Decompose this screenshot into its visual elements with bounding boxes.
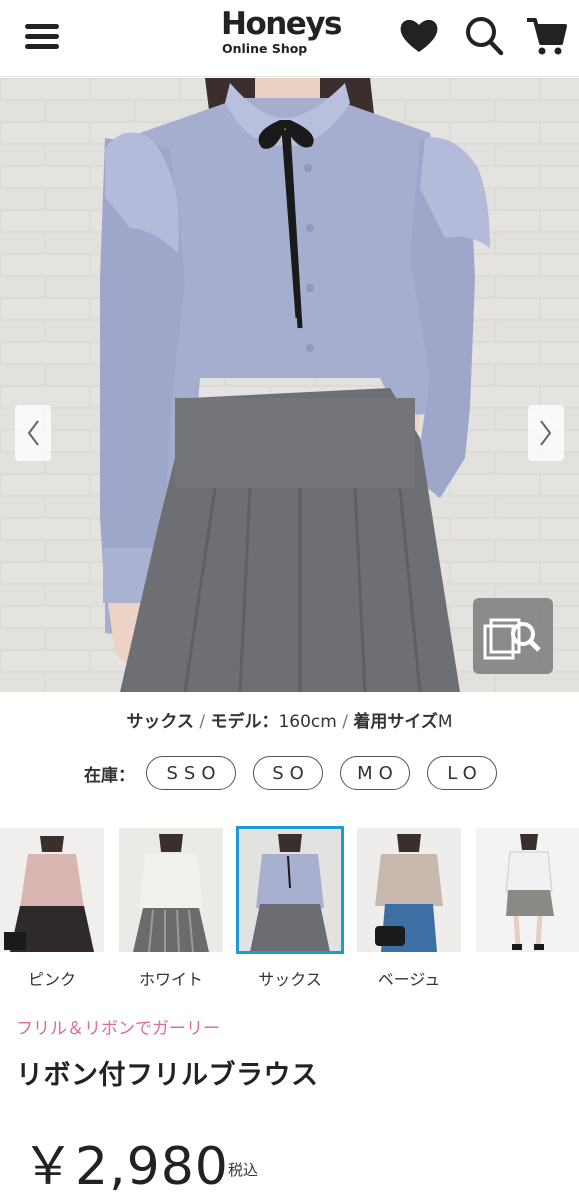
logo-main-text: Honeys xyxy=(221,6,343,42)
tax-included-label: 税込 xyxy=(228,1161,259,1179)
menu-icon[interactable] xyxy=(22,20,62,54)
color-thumb-other[interactable] xyxy=(476,828,579,952)
size-option-so[interactable]: SO xyxy=(253,756,323,790)
color-label-pink: ピンク xyxy=(27,970,76,989)
color-thumb-pink[interactable] xyxy=(0,828,104,952)
color-thumb-sax[interactable] xyxy=(236,826,344,954)
size-option-lo[interactable]: LO xyxy=(427,756,497,790)
model-label: モデル： xyxy=(210,712,279,732)
color-label-white: ホワイト xyxy=(138,970,203,989)
color-name: サックス xyxy=(126,712,194,732)
wearing-size-value: M xyxy=(437,712,453,732)
color-model-info: サックス / モデル：160cm / 着用サイズM xyxy=(0,707,579,732)
logo-sub-text: Online Shop xyxy=(222,41,308,56)
stock-label: 在庫： xyxy=(84,765,135,786)
color-thumb-beige[interactable] xyxy=(357,828,461,952)
search-icon[interactable] xyxy=(462,14,506,58)
size-option-mo[interactable]: MO xyxy=(340,756,410,790)
color-thumbnail-list xyxy=(0,826,579,958)
size-option-sso[interactable]: SSO xyxy=(146,756,236,790)
separator: / xyxy=(193,712,211,732)
image-zoom-icon[interactable] xyxy=(473,598,553,674)
color-label-sax: サックス xyxy=(258,970,322,989)
product-price: ￥2,980 xyxy=(22,1137,229,1197)
product-title: リボン付フリルブラウス xyxy=(16,1060,319,1091)
previous-image-arrow-icon[interactable] xyxy=(15,405,51,461)
stock-row: 在庫： SSO SO MO LO xyxy=(84,755,514,791)
site-header: Honeys Online Shop xyxy=(0,0,579,77)
wearing-size-label: 着用サイズ xyxy=(353,712,438,732)
site-logo[interactable]: Honeys Online Shop xyxy=(221,6,351,66)
cart-icon[interactable] xyxy=(524,14,568,58)
color-label-beige: ベージュ xyxy=(377,970,441,989)
next-image-arrow-icon[interactable] xyxy=(528,405,564,461)
catch-copy: フリル＆リボンでガーリー xyxy=(16,1019,220,1039)
separator: / xyxy=(336,712,354,732)
heart-icon[interactable] xyxy=(397,14,441,58)
color-thumb-white[interactable] xyxy=(119,828,223,952)
model-height: 160cm xyxy=(278,712,337,732)
